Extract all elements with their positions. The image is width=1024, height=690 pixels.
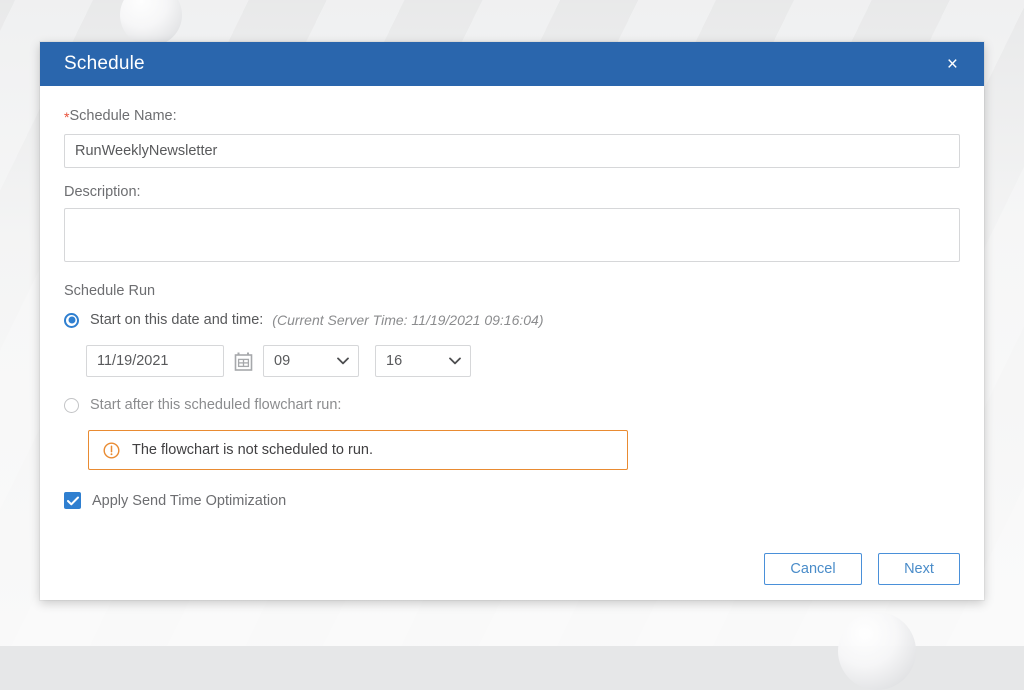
flowchart-warning-box: The flowchart is not scheduled to run. <box>88 430 628 470</box>
dialog-title: Schedule <box>64 53 145 74</box>
schedule-name-input[interactable] <box>64 134 960 168</box>
hour-select[interactable]: 0001020304050607080910111213141516171819… <box>263 345 359 377</box>
cancel-button[interactable]: Cancel <box>764 553 862 585</box>
next-button[interactable]: Next <box>878 553 960 585</box>
radio-start-after-flowchart[interactable] <box>64 397 79 413</box>
flowchart-warning-text: The flowchart is not scheduled to run. <box>132 442 373 458</box>
dialog-footer: Cancel Next <box>764 538 960 600</box>
start-date-input[interactable] <box>86 345 224 377</box>
schedule-name-label-text: Schedule Name: <box>69 108 177 124</box>
schedule-name-label: *Schedule Name: <box>64 108 960 126</box>
radio-start-after-flowchart-label: Start after this scheduled flowchart run… <box>90 397 342 413</box>
radio-row-start-date-time[interactable]: Start on this date and time: (Current Se… <box>64 307 960 333</box>
description-textarea[interactable] <box>64 208 960 262</box>
dialog-body: *Schedule Name: Description: Schedule Ru… <box>40 86 984 600</box>
datetime-row: 0001020304050607080910111213141516171819… <box>86 345 960 377</box>
dialog-header: Schedule × <box>40 42 984 86</box>
send-time-optimization-label: Apply Send Time Optimization <box>92 492 287 509</box>
radio-start-date-time[interactable] <box>64 312 79 328</box>
minute-select[interactable]: 0015163045 <box>375 345 471 377</box>
background-sphere-bottom <box>838 612 916 690</box>
alert-circle-icon <box>103 441 120 459</box>
description-label: Description: <box>64 184 141 200</box>
close-icon[interactable]: × <box>941 51 964 78</box>
radio-start-date-time-label: Start on this date and time: <box>90 312 264 328</box>
send-time-optimization-checkbox[interactable] <box>64 492 81 509</box>
send-time-optimization-row[interactable]: Apply Send Time Optimization <box>64 492 960 509</box>
minute-select-wrapper: 0015163045 <box>375 345 471 377</box>
schedule-run-heading: Schedule Run <box>64 283 156 299</box>
schedule-dialog: Schedule × *Schedule Name: Description: … <box>40 42 984 600</box>
calendar-icon[interactable] <box>234 352 253 371</box>
current-server-time-note: (Current Server Time: 11/19/2021 09:16:0… <box>272 312 544 328</box>
radio-row-start-after-flowchart[interactable]: Start after this scheduled flowchart run… <box>64 392 960 418</box>
hour-select-wrapper: 0001020304050607080910111213141516171819… <box>263 345 359 377</box>
